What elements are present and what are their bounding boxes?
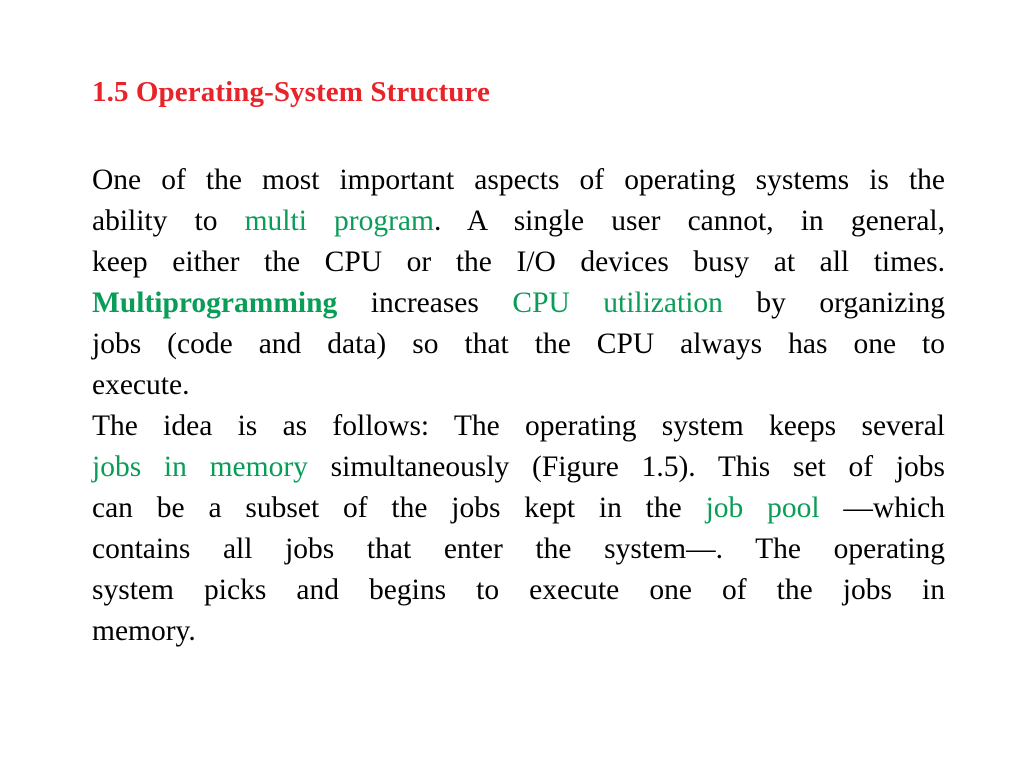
text-line: memory. xyxy=(92,615,196,647)
text-line: jobs (code and data) so that the CPU alw… xyxy=(92,328,945,360)
line-segment: increases xyxy=(337,287,513,319)
line-segment: . A single user cannot, in general, xyxy=(433,205,945,237)
text-line: keep either the CPU or the I/O devices b… xyxy=(92,246,945,278)
highlight-job-pool: job pool xyxy=(705,492,820,524)
line-segment: —which xyxy=(819,492,945,524)
text-line: system picks and begins to execute one o… xyxy=(92,574,945,606)
slide-body: One of the most important aspects of ope… xyxy=(92,160,945,652)
page-title: 1.5 Operating-System Structure xyxy=(92,76,490,108)
highlight-cpu-utilization: CPU utilization xyxy=(512,287,723,319)
line-segment: simultaneously (Figure 1.5). This set of… xyxy=(307,451,946,483)
paragraph-2: The idea is as follows: The operating sy… xyxy=(92,406,945,652)
line-segment: ability to xyxy=(92,205,245,237)
slide-canvas: 1.5 Operating-System Structure One of th… xyxy=(0,0,1024,768)
highlight-multiprogramming: Multiprogramming xyxy=(92,287,338,319)
text-line: Multiprogramming increases CPU utilizati… xyxy=(92,283,945,324)
text-line: execute. xyxy=(92,369,190,401)
text-line: ability to multi program. A single user … xyxy=(92,201,945,242)
highlight-jobs-in-memory: jobs in memory xyxy=(92,451,308,483)
text-line: contains all jobs that enter the system—… xyxy=(92,533,945,565)
line-segment: can be a subset of the jobs kept in the xyxy=(92,492,706,524)
highlight-multi-program: multi program xyxy=(244,205,434,237)
text-line: can be a subset of the jobs kept in the … xyxy=(92,488,945,529)
text-line: One of the most important aspects of ope… xyxy=(92,164,945,196)
paragraph-1: One of the most important aspects of ope… xyxy=(92,160,945,406)
text-line: The idea is as follows: The operating sy… xyxy=(92,410,945,442)
text-line: jobs in memory simultaneously (Figure 1.… xyxy=(92,447,945,488)
line-segment: by organizing xyxy=(722,287,946,319)
